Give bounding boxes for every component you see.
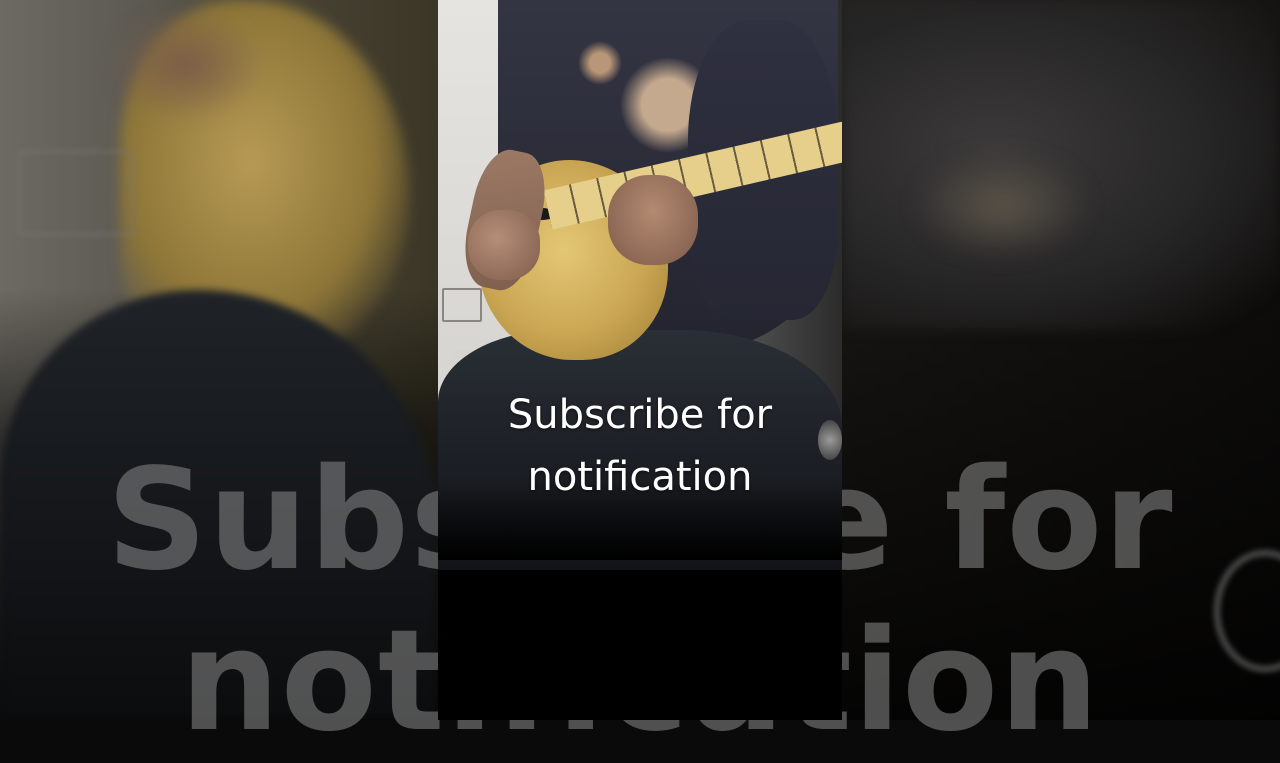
blurred-flower-print xyxy=(912,150,1092,260)
fretting-hand xyxy=(608,175,698,265)
video-frame xyxy=(438,0,842,720)
blurred-hand xyxy=(110,10,260,120)
amp-logo xyxy=(442,288,482,322)
caption-line2: notification xyxy=(527,454,753,500)
subscribe-caption: Subscribe for notification xyxy=(438,384,842,508)
caption-line1: Subscribe for xyxy=(507,392,773,438)
strumming-hand xyxy=(468,210,540,280)
blurred-logo xyxy=(18,150,134,236)
